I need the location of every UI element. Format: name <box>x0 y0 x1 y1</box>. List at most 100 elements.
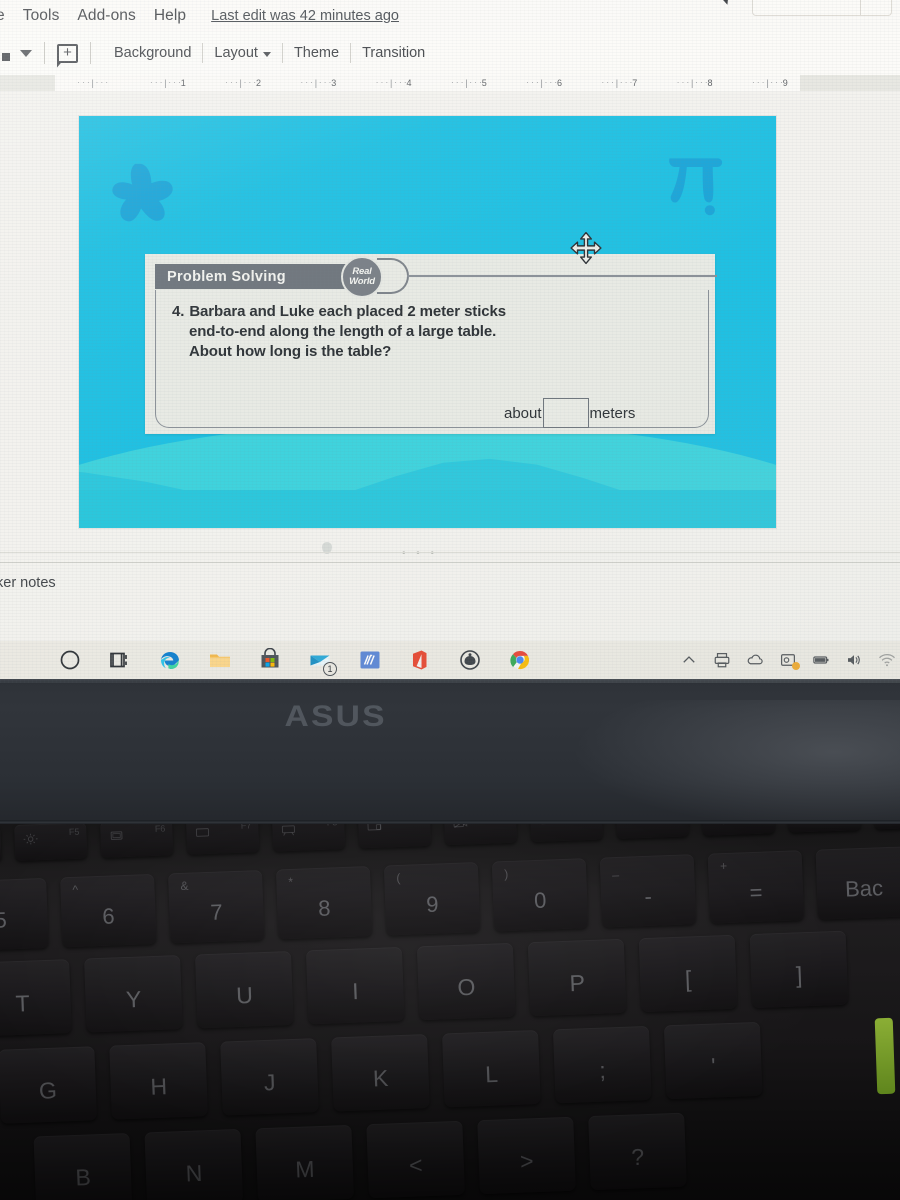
new-slide-icon[interactable] <box>57 43 78 63</box>
printer-icon[interactable] <box>713 651 731 669</box>
key-;[interactable]: ; <box>552 1025 652 1104</box>
key-8[interactable]: * 8 <box>275 866 373 940</box>
key-][interactable]: ] <box>749 930 849 1009</box>
key-=[interactable]: + = <box>707 850 805 924</box>
key-Y[interactable]: Y <box>84 955 183 1033</box>
ruler-minor-ticks: · · · <box>544 78 558 87</box>
enter-key-green-accent <box>874 1017 896 1095</box>
ruler-track: · · · | · · · · · · | · · · 1 · · · | · · ·… <box>55 75 800 91</box>
transition-button-label: Transition <box>362 45 426 61</box>
key-main-label: 8 <box>317 895 331 921</box>
laptop-keyboard[interactable]: F4F5F6F7F8F9F10F11F12Prt ScInsertDel%5^6… <box>0 823 900 1200</box>
layout-button[interactable]: Layout <box>203 45 282 61</box>
key-F9[interactable]: F9 <box>357 823 432 849</box>
key-6[interactable]: ^ 6 <box>60 873 157 948</box>
microsoft-store-icon[interactable] <box>258 648 282 672</box>
armoury-crate-icon[interactable] <box>458 648 482 672</box>
file-explorer-icon[interactable] <box>208 648 232 672</box>
key-I[interactable]: I <box>305 946 405 1025</box>
answer-input-box[interactable] <box>542 398 589 428</box>
show-hidden-icons-chevron-icon[interactable] <box>680 651 698 669</box>
key-F4[interactable]: F4 <box>0 825 2 865</box>
answer-prefix-label: about <box>504 404 542 422</box>
speaker-notes-placeholder[interactable]: ker notes <box>0 575 56 591</box>
key-main-label: 5 <box>0 906 8 933</box>
key-?[interactable]: ? <box>588 1112 687 1191</box>
key-7[interactable]: & 7 <box>167 869 265 944</box>
volume-icon[interactable] <box>845 651 863 669</box>
background-button[interactable]: Background <box>103 45 202 61</box>
key-main-label: N <box>185 1159 203 1187</box>
key-[[interactable]: [ <box>638 934 738 1013</box>
key-main-label: I <box>351 977 360 1005</box>
wifi-icon[interactable] <box>878 651 896 669</box>
menu-file-clipped[interactable]: e <box>0 7 14 25</box>
fn-label: F5 <box>68 826 80 838</box>
google-chrome-icon[interactable] <box>508 648 532 672</box>
key-main-label: < <box>408 1151 424 1179</box>
theme-button[interactable]: Theme <box>283 45 350 61</box>
mail-icon[interactable]: 1 <box>308 648 337 676</box>
key-M[interactable]: M <box>255 1124 355 1200</box>
menu-help[interactable]: Help <box>145 7 195 25</box>
problem-card: Problem Solving Real World 4. Barbara and… <box>145 254 717 434</box>
key-main-label: K <box>372 1064 389 1092</box>
key--[interactable]: _ - <box>599 854 697 928</box>
key-F8[interactable]: F8 <box>271 823 346 852</box>
key-9[interactable]: (9 <box>383 862 481 936</box>
cortana-circle-icon[interactable] <box>58 648 82 672</box>
brightness-up-icon <box>108 829 125 844</box>
present-button[interactable] <box>752 0 892 16</box>
key-U[interactable]: U <box>194 950 294 1029</box>
transition-button[interactable]: Transition <box>351 45 436 61</box>
selection-handles[interactable]: • • • <box>402 548 438 559</box>
key-K[interactable]: K <box>331 1034 430 1112</box>
horizontal-ruler[interactable]: · · · | · · · · · · | · · · 1 · · · | · · ·… <box>0 75 900 91</box>
notification-sync-icon[interactable] <box>779 651 800 670</box>
mail-badge: 1 <box>323 662 337 676</box>
projector-icon <box>280 823 297 837</box>
key-'[interactable]: ' <box>663 1021 763 1100</box>
menu-bar: e Tools Add-ons Help Last edit was 42 mi… <box>0 0 900 31</box>
key-5[interactable]: %5 <box>0 877 49 952</box>
ruler-label-7: 7 <box>632 77 638 88</box>
key-G[interactable]: G <box>0 1046 97 1124</box>
key-<[interactable]: < <box>366 1120 465 1199</box>
key-B[interactable]: B <box>33 1132 133 1200</box>
toolbar-color-chip[interactable] <box>2 53 10 61</box>
myasus-icon[interactable] <box>358 648 382 672</box>
key-O[interactable]: O <box>416 942 516 1021</box>
key-J[interactable]: J <box>220 1038 319 1116</box>
key-F6[interactable]: F6 <box>100 823 174 858</box>
key-main-label: ? <box>630 1143 645 1171</box>
chevron-down-icon[interactable] <box>20 49 32 57</box>
key-F7[interactable]: F7 <box>185 823 260 855</box>
ruler-minor-ticks: · · · <box>469 78 482 87</box>
onedrive-cloud-icon[interactable] <box>746 651 764 669</box>
key->[interactable]: > <box>477 1116 576 1195</box>
battery-icon[interactable] <box>812 651 830 669</box>
task-view-icon[interactable] <box>108 648 132 672</box>
microsoft-edge-icon[interactable] <box>158 648 182 672</box>
problem-solving-label: Problem Solving <box>167 268 286 285</box>
key-T[interactable]: T <box>0 959 72 1037</box>
menu-addons[interactable]: Add-ons <box>68 7 144 25</box>
key-Bac[interactable]: Bac <box>815 846 900 920</box>
display-icon <box>194 826 211 841</box>
key-F5[interactable]: F5 <box>14 823 88 861</box>
question-line1-text: Barbara and Luke each placed 2 meter sti… <box>189 303 506 320</box>
ruler-segment: · · · | · · · 4 <box>356 75 431 91</box>
key-main-label: B <box>74 1163 92 1191</box>
slide-canvas[interactable]: Problem Solving Real World 4. Barbara and… <box>79 116 776 528</box>
key-L[interactable]: L <box>442 1029 541 1108</box>
key-0[interactable]: ) 0 <box>491 858 589 932</box>
key-H[interactable]: H <box>109 1042 208 1120</box>
key-main-label: L <box>484 1060 499 1088</box>
key-N[interactable]: N <box>144 1128 244 1200</box>
key-P[interactable]: P <box>527 938 627 1017</box>
ruler-label-6: 6 <box>557 77 563 88</box>
menu-tools[interactable]: Tools <box>14 7 69 25</box>
office-icon[interactable] <box>408 648 432 672</box>
last-edit-link[interactable]: Last edit was 42 minutes ago <box>211 8 399 24</box>
key-F10[interactable]: F10 <box>443 823 518 846</box>
